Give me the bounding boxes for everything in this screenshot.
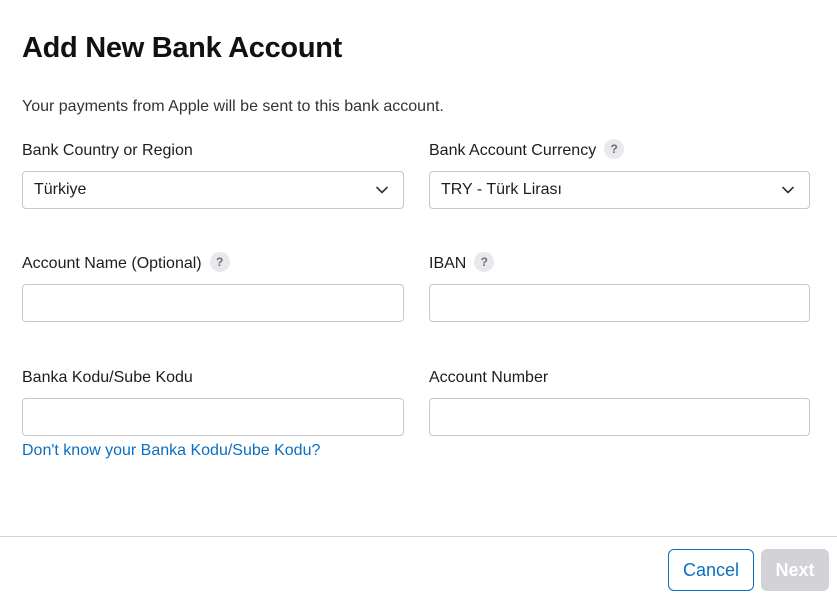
bank-code-input[interactable] (22, 398, 404, 436)
account-number-label: Account Number (429, 369, 549, 386)
chevron-down-icon (782, 186, 794, 194)
country-value: Türkiye (34, 181, 87, 198)
currency-label: Bank Account Currency (429, 142, 597, 159)
bank-code-help-link[interactable]: Don't know your Banka Kodu/Sube Kodu? (22, 442, 320, 460)
help-icon[interactable]: ? (604, 139, 625, 159)
account-name-label: Account Name (Optional) (22, 255, 202, 272)
country-label: Bank Country or Region (22, 142, 193, 159)
account-number-field: Account Number (429, 367, 810, 436)
account-name-input[interactable] (22, 284, 404, 322)
help-icon[interactable]: ? (209, 252, 230, 272)
currency-select[interactable]: TRY - Türk Lirası (429, 171, 810, 209)
help-icon[interactable]: ? (474, 252, 495, 272)
iban-field: IBAN ? (429, 252, 810, 322)
currency-value: TRY - Türk Lirası (441, 181, 562, 198)
country-field: Bank Country or Region Türkiye (22, 140, 404, 209)
iban-input[interactable] (429, 284, 810, 322)
bank-code-field: Banka Kodu/Sube Kodu (22, 367, 404, 436)
bank-code-label: Banka Kodu/Sube Kodu (22, 369, 193, 386)
next-button[interactable]: Next (761, 549, 829, 591)
account-name-field: Account Name (Optional) ? (22, 252, 404, 322)
account-number-input[interactable] (429, 398, 810, 436)
dialog-title: Add New Bank Account (22, 32, 343, 64)
add-bank-account-dialog: Add New Bank Account Your payments from … (0, 0, 837, 600)
chevron-down-icon (376, 186, 388, 194)
iban-label: IBAN (429, 255, 467, 272)
cancel-button[interactable]: Cancel (668, 549, 754, 591)
currency-field: Bank Account Currency ? TRY - Türk Liras… (429, 139, 810, 209)
country-select[interactable]: Türkiye (22, 171, 404, 209)
footer-divider (0, 536, 837, 537)
dialog-subtitle: Your payments from Apple will be sent to… (22, 98, 444, 115)
